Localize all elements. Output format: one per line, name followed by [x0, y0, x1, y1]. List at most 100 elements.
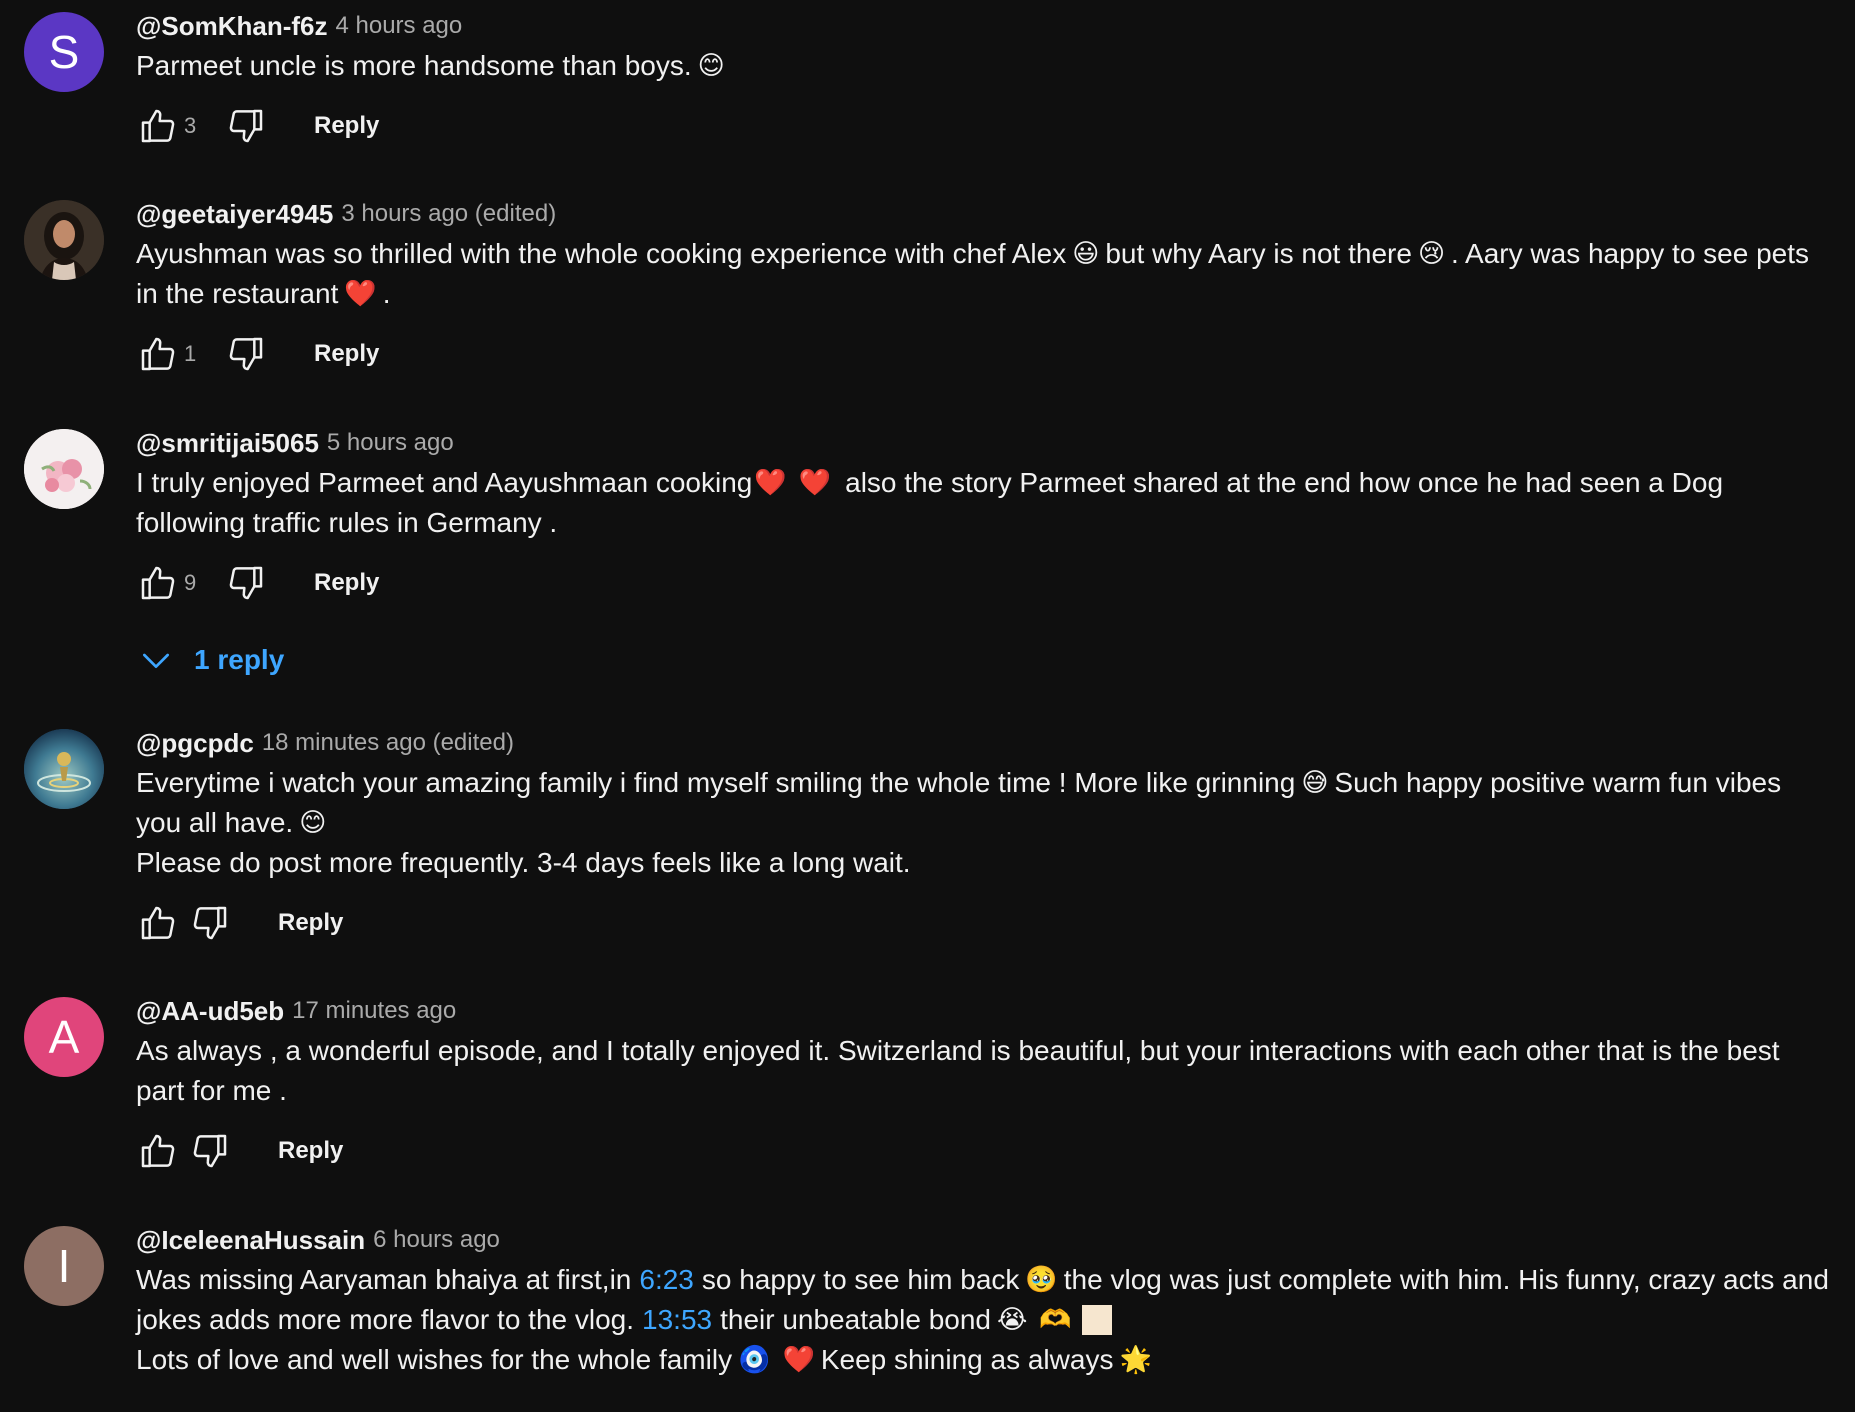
avatar[interactable]: I [24, 1226, 104, 1306]
comment-author[interactable]: @smritijai5065 [136, 428, 319, 459]
thumbs-up-icon [141, 1134, 175, 1168]
comment-text-line: Everytime i watch your amazing family i … [136, 767, 1296, 798]
comment-text-line: also the story Parmeet shared at the end… [845, 467, 1724, 498]
comment-author[interactable]: @pgcpdc [136, 728, 254, 759]
view-replies-button[interactable]: 1 reply [136, 640, 284, 680]
comment-text-line: Keep shining as always [820, 1344, 1114, 1375]
comment-text-line: Parmeet uncle is more handsome than boys… [136, 50, 692, 81]
thumbs-up-icon [141, 109, 175, 143]
comment-text-line: . [382, 278, 391, 309]
heart-emoji: ❤️ [798, 468, 832, 498]
thumbs-up-icon [141, 337, 175, 371]
blank-emoji-box [1081, 1305, 1112, 1335]
smile-emoji: 😊 [697, 51, 725, 81]
comment-time[interactable]: 17 minutes ago [292, 997, 456, 1025]
like-button[interactable] [136, 332, 180, 376]
comment-text-line: part for me . [136, 1075, 287, 1106]
view-replies-label: 1 reply [194, 644, 285, 675]
comment-author[interactable]: @geetaiyer4945 [136, 199, 333, 230]
like-button[interactable] [136, 561, 180, 605]
dislike-button[interactable] [224, 104, 268, 148]
avatar[interactable]: A [24, 997, 104, 1077]
comment-text: Everytime i watch your amazing family i … [136, 763, 1855, 883]
comment-text: As always , a wonderful episode, and I t… [136, 1031, 1855, 1111]
avatar-letter: I [57, 1240, 71, 1292]
comment-text: Was missing Aaryaman bhaiya at first,in … [136, 1260, 1855, 1380]
comment-text-line: . Aary was happy to see pets [1451, 238, 1810, 269]
comment-author[interactable]: @AA-ud5eb [136, 996, 284, 1027]
reply-button[interactable]: Reply [314, 112, 379, 140]
timestamp-link[interactable]: 13:53 [642, 1300, 712, 1340]
thumbs-down-icon [229, 566, 263, 600]
thumbs-down-icon [193, 1134, 227, 1168]
comment-time[interactable]: 4 hours ago [335, 12, 462, 40]
crying-emoji: 😢 [1417, 239, 1446, 269]
reply-button[interactable]: Reply [314, 340, 379, 368]
thumbs-down-icon [193, 906, 227, 940]
grinning-emoji: 😃 [1072, 239, 1100, 269]
glowing-star-emoji: 🌟 [1119, 1345, 1152, 1375]
comment-time[interactable]: 6 hours ago [373, 1226, 500, 1254]
comment-text-line: their unbeatable bond [720, 1304, 991, 1335]
comment-actions: Reply [136, 901, 1855, 945]
comment-text-line: following traffic rules in Germany . [136, 507, 558, 538]
avatar-letter: S [48, 26, 80, 78]
comment-text-line: the vlog was just complete with him. His… [1063, 1264, 1829, 1295]
comment-author[interactable]: @SomKhan-f6z [136, 11, 327, 42]
like-count: 3 [184, 113, 197, 138]
comment-text-line: Lots of love and well wishes for the who… [136, 1344, 733, 1375]
comment-text-line: Was missing Aaryaman bhaiya at first,in [136, 1264, 632, 1295]
comment-text-line: I truly enjoyed Parmeet and Aayushmaan c… [136, 467, 753, 498]
comment-time[interactable]: 18 minutes ago (edited) [262, 729, 514, 757]
avatar-letter: A [48, 1011, 80, 1063]
comment-text: Parmeet uncle is more handsome than boys… [136, 46, 1855, 86]
thumbs-up-icon [141, 566, 175, 600]
avatar[interactable] [24, 200, 104, 280]
heart-emoji: ❤️ [344, 279, 377, 309]
comment-actions: 9 Reply [136, 561, 1855, 605]
comment-actions: 3 Reply [136, 104, 1855, 148]
comment-text: Ayushman was so thrilled with the whole … [136, 234, 1855, 314]
dislike-button[interactable] [224, 561, 268, 605]
flowers-photo-icon [24, 429, 104, 509]
comment-text-line: As always , a wonderful episode, and I t… [136, 1035, 1780, 1066]
heart-hands-emoji: 🫶 [1039, 1305, 1072, 1335]
thumbs-up-icon [141, 906, 175, 940]
chevron-down-icon [143, 653, 169, 668]
reply-button[interactable]: Reply [278, 909, 343, 937]
comment-time[interactable]: 5 hours ago [327, 429, 454, 457]
reply-button[interactable]: Reply [278, 1137, 343, 1165]
timestamp-link[interactable]: 6:23 [639, 1260, 694, 1300]
comment-text-line: so happy to see him back [701, 1264, 1020, 1295]
dislike-button[interactable] [188, 901, 232, 945]
thumbs-down-icon [229, 109, 263, 143]
heart-emoji: ❤️ [782, 1345, 815, 1375]
like-button[interactable] [136, 1129, 180, 1173]
like-button[interactable] [136, 901, 180, 945]
woman-photo-icon [24, 200, 104, 280]
comment-text-line: in the restaurant [136, 278, 339, 309]
water-drop-photo-icon [24, 729, 104, 809]
like-button[interactable] [136, 104, 180, 148]
reply-button[interactable]: Reply [314, 569, 379, 597]
comment-actions: 1 Reply [136, 332, 1855, 376]
comment-text-line: Please do post more frequently. 3-4 days… [136, 847, 911, 878]
comment-author[interactable]: @IceleenaHussain [136, 1225, 365, 1256]
comment-text: I truly enjoyed Parmeet and Aayushmaan c… [136, 463, 1855, 543]
grinning-sweat-emoji: 😅 [1301, 768, 1329, 798]
nazar-amulet-emoji: 🧿 [738, 1345, 771, 1375]
smile-emoji: 😊 [299, 808, 327, 838]
thumbs-down-icon [229, 337, 263, 371]
dislike-button[interactable] [224, 332, 268, 376]
comment-text-line: but why Aary is not there [1105, 238, 1412, 269]
loudly-crying-emoji: 😭 [997, 1305, 1028, 1335]
avatar[interactable] [24, 729, 104, 809]
comment-text-line: Such happy positive warm fun vibes [1334, 767, 1782, 798]
comment-actions: Reply [136, 1129, 1855, 1173]
comment-time[interactable]: 3 hours ago (edited) [341, 200, 556, 228]
like-count: 1 [184, 341, 197, 366]
pleading-emoji: 🥹 [1025, 1265, 1058, 1295]
dislike-button[interactable] [188, 1129, 232, 1173]
avatar[interactable]: S [24, 12, 104, 92]
avatar[interactable] [24, 429, 104, 509]
